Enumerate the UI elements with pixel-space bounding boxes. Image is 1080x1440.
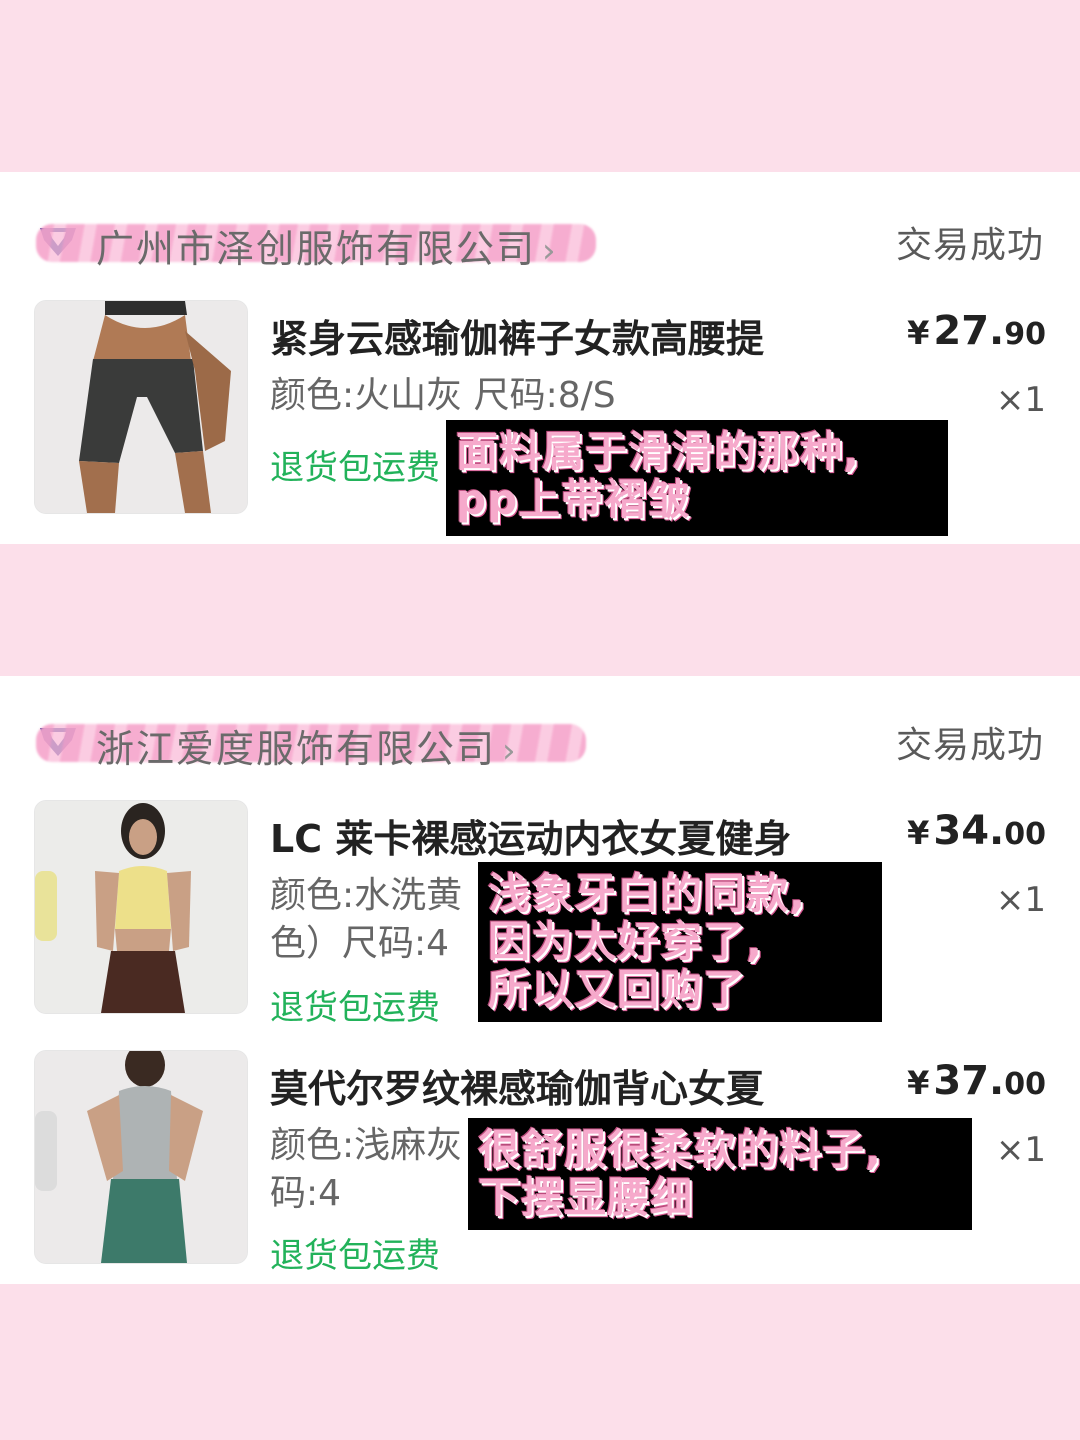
product-title[interactable]: 紧身云感瑜伽裤子女款高腰提 <box>270 308 764 363</box>
annotation-note: 浅象牙白的同款, 因为太好穿了, 所以又回购了 <box>478 862 882 1022</box>
chevron-right-icon: › <box>542 231 558 271</box>
product-price: ¥27.90 <box>907 308 1046 354</box>
chevron-right-icon: › <box>502 731 518 771</box>
order-card: 浙江爱度服饰有限公司 › 交易成功 LC 莱卡裸感运动内衣女夏健身 ¥34.00 … <box>0 676 1080 1284</box>
product-quantity: ×1 <box>995 880 1046 920</box>
annotation-note: 面料属于滑滑的那种, pp上带褶皱 <box>446 420 948 536</box>
store-name[interactable]: 广州市泽创服饰有限公司 › <box>96 218 558 273</box>
product-image[interactable] <box>34 1050 248 1264</box>
product-quantity: ×1 <box>995 380 1046 420</box>
product-price: ¥37.00 <box>907 1058 1046 1104</box>
product-spec: 颜色:火山灰 尺码:8/S <box>270 375 616 416</box>
order-status: 交易成功 <box>895 225 1044 266</box>
product-image[interactable] <box>34 800 248 1014</box>
order-status: 交易成功 <box>895 725 1044 766</box>
product-spec: 颜色:浅麻灰 码:4 <box>270 1125 463 1214</box>
product-spec: 颜色:水洗黄 色）尺码:4 <box>270 875 463 964</box>
product-title[interactable]: 莫代尔罗纹裸感瑜伽背心女夏 <box>270 1058 764 1113</box>
product-image[interactable] <box>34 300 248 514</box>
free-return-tag: 退货包运费 <box>270 988 440 1028</box>
free-return-tag: 退货包运费 <box>270 1236 440 1276</box>
store-name[interactable]: 浙江爱度服饰有限公司 › <box>96 718 518 773</box>
product-quantity: ×1 <box>995 1130 1046 1170</box>
product-price: ¥34.00 <box>907 808 1046 854</box>
annotation-note: 很舒服很柔软的料子, 下摆显腰细 <box>468 1118 972 1230</box>
free-return-tag: 退货包运费 <box>270 448 440 488</box>
product-title[interactable]: LC 莱卡裸感运动内衣女夏健身 <box>270 808 791 863</box>
order-card: 广州市泽创服饰有限公司 › 交易成功 紧身云感瑜伽裤子女款高腰提 ¥27.90 ×… <box>0 172 1080 544</box>
